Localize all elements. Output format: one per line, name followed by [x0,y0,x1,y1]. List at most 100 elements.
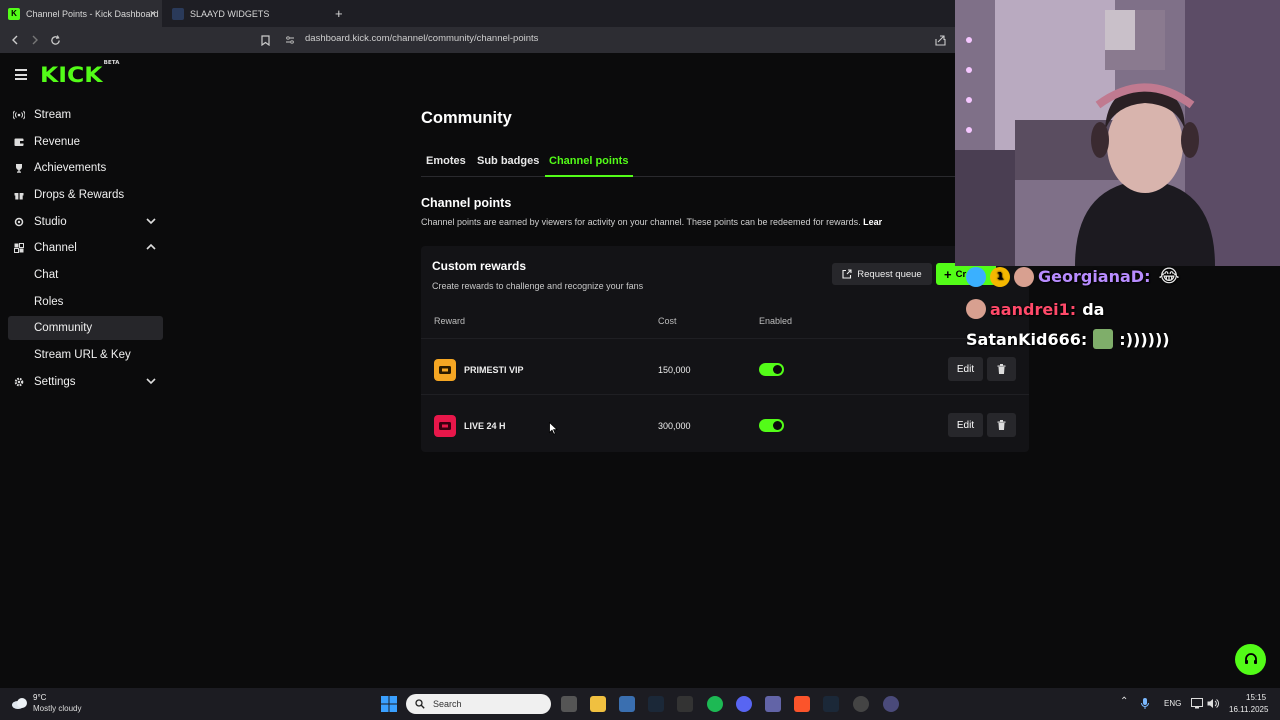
edit-button[interactable]: Edit [948,357,983,381]
language-indicator[interactable]: ENG [1164,699,1181,708]
tray-chevron-up-icon[interactable]: ⌃ [1120,696,1128,707]
row-divider [421,394,1029,395]
sidebar-item-label: Achievements [34,162,107,174]
task-view-icon[interactable] [561,696,577,712]
webcam-scene [955,0,1280,266]
sidebar-item-studio[interactable]: Studio [8,210,163,234]
site-info-icon[interactable] [282,32,298,48]
page-title: Community [421,109,512,127]
sidebar-item-stream[interactable]: Stream [8,103,163,127]
tab-channel-points[interactable]: Channel points [549,155,628,167]
chat-username: SatanKid666: [966,329,1088,349]
enabled-toggle[interactable] [759,363,784,376]
volume-icon[interactable] [1207,698,1219,709]
brave-browser-icon[interactable] [794,696,810,712]
cloud-icon [12,698,27,709]
chat-message: 1 GeorgianaD: 😂 [966,266,1180,287]
menu-icon[interactable] [15,69,27,83]
chat-text: :)))))) [1119,329,1170,349]
reward-icon [434,415,456,437]
enabled-toggle[interactable] [759,419,784,432]
bookmark-icon[interactable] [257,32,273,48]
tab-title: Channel Points - Kick Dashboard [26,8,159,19]
sidebar-item-chat[interactable]: Chat [8,263,163,287]
back-icon[interactable] [7,32,23,48]
sidebar-item-achievements[interactable]: Achievements [8,156,163,180]
search-icon [415,699,425,709]
chevron-up-icon[interactable] [145,241,157,253]
logo-text: KICK [40,63,103,87]
chat-username: GeorgianaD: [1038,267,1151,286]
tab-sub-badges[interactable]: Sub badges [477,155,539,167]
tab-slaayd-widgets[interactable]: SLAAYD WIDGETS [164,0,329,27]
stream-chat-overlay: 1 GeorgianaD: 😂 aandrei1: da SatanKid666… [966,265,1280,360]
new-tab-button[interactable]: + [335,0,349,27]
gift-icon [13,189,25,201]
sidebar-item-label: Stream [34,109,72,121]
kick-logo[interactable]: KICKBETA [40,60,119,87]
webcam-overlay [955,0,1280,266]
chat-message: SatanKid666: :)))))) [966,329,1170,349]
chevron-down-icon[interactable] [145,215,157,227]
sidebar-item-label: Studio [34,216,67,228]
discord-icon[interactable] [736,696,752,712]
clock-date[interactable]: 16.11.2025 [1229,705,1268,714]
broadcast-icon [13,109,25,121]
search-placeholder: Search [433,699,462,709]
trash-icon [997,420,1006,430]
chat-text: da [1082,299,1105,319]
teams-icon[interactable] [765,696,781,712]
avatar-badge-icon [1014,266,1034,287]
tab-emotes[interactable]: Emotes [426,155,466,167]
app-icon[interactable] [883,696,899,712]
steam-2-icon[interactable] [823,696,839,712]
clock-time[interactable]: 15:15 [1246,693,1266,702]
widgets-favicon-icon [172,7,184,20]
weather-temperature[interactable]: 9°C [33,693,46,702]
address-bar[interactable]: dashboard.kick.com/channel/community/cha… [305,33,538,44]
sidebar-item-revenue[interactable]: Revenue [8,130,163,154]
close-tab-icon[interactable]: × [150,8,156,20]
spotify-icon[interactable] [707,696,723,712]
section-description: Channel points are earned by viewers for… [421,217,955,227]
weather-description[interactable]: Mostly cloudy [33,704,81,713]
epic-games-icon[interactable] [677,696,693,712]
gear-icon [13,376,25,388]
taskbar-search[interactable]: Search [406,694,551,714]
delete-button[interactable] [987,357,1016,381]
studio-icon [13,216,25,228]
headset-icon [1244,652,1257,664]
trash-icon [997,364,1006,374]
sidebar-item-drops-rewards[interactable]: Drops & Rewards [8,183,163,207]
forward-icon[interactable] [27,32,43,48]
reward-cost: 300,000 [658,421,691,431]
sidebar-item-label: Settings [34,376,76,388]
network-icon[interactable] [1191,698,1203,709]
sidebar-item-community[interactable]: Community [8,316,163,340]
learn-more-link[interactable]: Lear [863,217,882,227]
delete-button[interactable] [987,413,1016,437]
tab-channel-points[interactable]: K Channel Points - Kick Dashboard × [0,0,162,27]
steam-icon[interactable] [648,696,664,712]
reward-icon [434,359,456,381]
share-icon[interactable] [932,32,948,48]
sidebar-item-label: Roles [34,296,64,308]
sidebar-item-settings[interactable]: Settings [8,370,163,394]
edit-button[interactable]: Edit [948,413,983,437]
obs-icon[interactable] [853,696,869,712]
tab-title: SLAAYD WIDGETS [190,8,270,19]
microphone-icon[interactable] [1141,698,1149,710]
sidebar-item-roles[interactable]: Roles [8,290,163,314]
windows-start-icon[interactable] [381,696,397,712]
sidebar-item-stream-url-key[interactable]: Stream URL & Key [8,343,163,367]
reload-icon[interactable] [47,32,63,48]
reward-cost: 150,000 [658,365,691,375]
section-description-text: Channel points are earned by viewers for… [421,217,861,227]
help-chat-button[interactable] [1235,644,1266,675]
chevron-down-icon[interactable] [145,375,157,387]
windows-taskbar: 9°C Mostly cloudy Search ⌃ ENG 15:15 16.… [0,688,1280,720]
store-icon[interactable] [619,696,635,712]
emote-icon [1093,329,1114,349]
file-explorer-icon[interactable] [590,696,606,712]
sidebar-item-channel[interactable]: Channel [8,236,163,260]
